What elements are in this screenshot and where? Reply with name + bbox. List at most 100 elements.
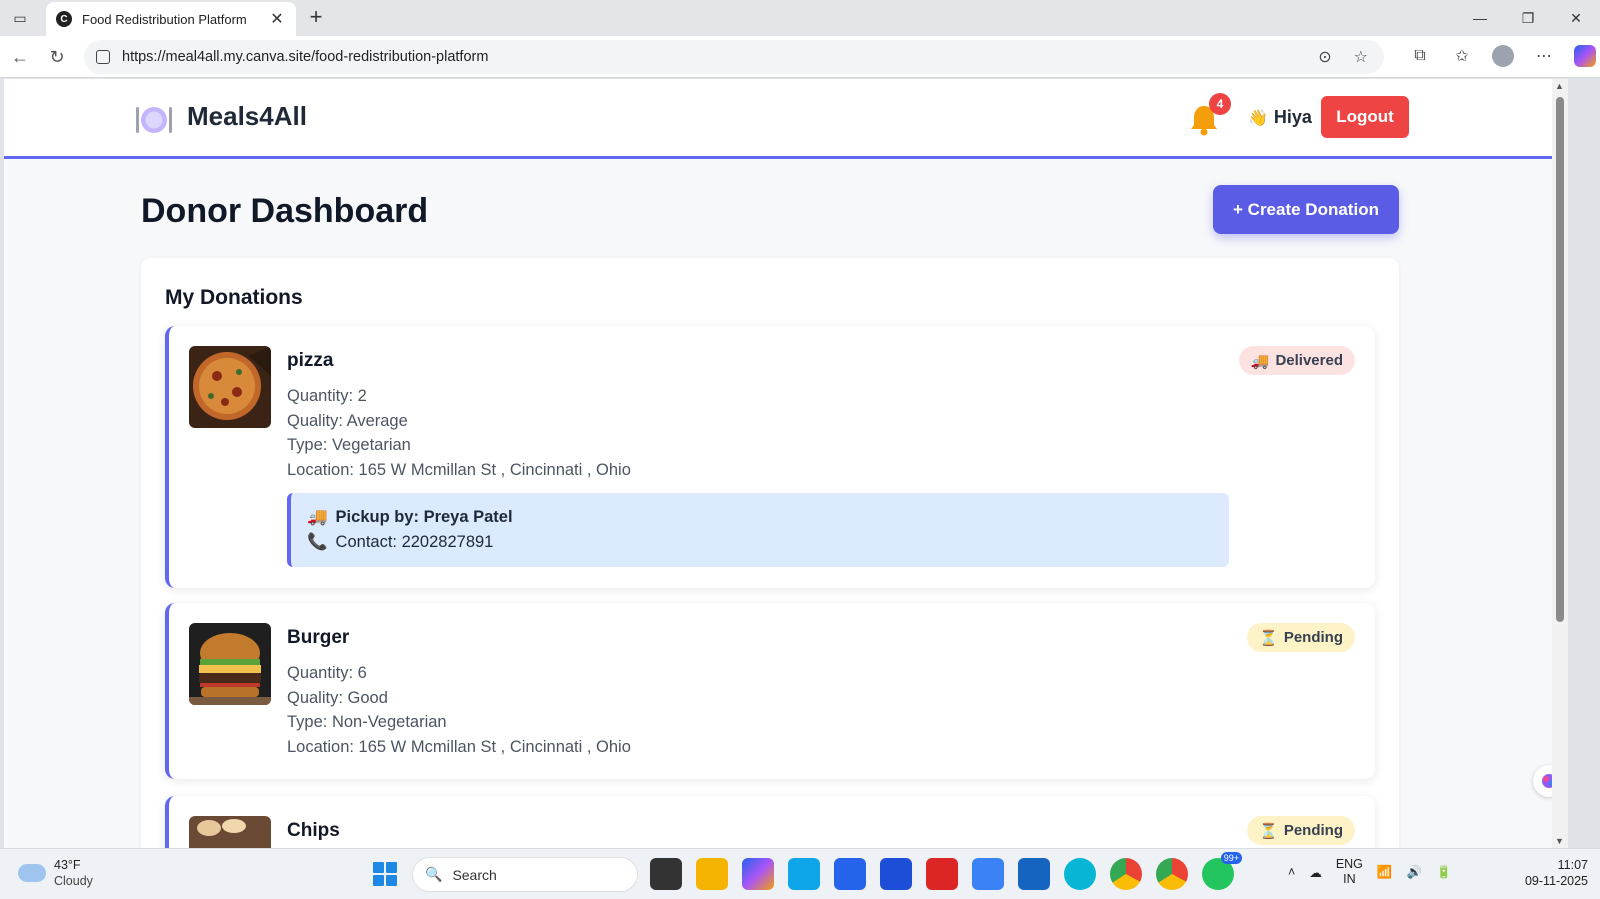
- donation-card[interactable]: Burger Quantity: 6 Quality: Good Type: N…: [165, 603, 1375, 779]
- browser-tab-active[interactable]: C Food Redistribution Platform ✕: [46, 2, 296, 36]
- donation-card[interactable]: Chips ⏳ Pending: [165, 796, 1375, 848]
- status-label: Pending: [1283, 822, 1343, 839]
- status-label: Pending: [1283, 629, 1343, 646]
- donation-card[interactable]: pizza Quantity: 2 Quality: Average Type:…: [165, 326, 1375, 588]
- onedrive-icon[interactable]: ☁: [1309, 865, 1322, 880]
- chrome-icon[interactable]: [1156, 858, 1188, 890]
- canva-favicon-icon: C: [56, 11, 72, 27]
- create-donation-button[interactable]: + Create Donation: [1213, 185, 1399, 234]
- status-badge: ⏳ Pending: [1247, 816, 1355, 845]
- donation-name: Burger: [287, 627, 350, 648]
- address-bar[interactable]: https://meal4all.my.canva.site/food-redi…: [84, 40, 1384, 74]
- contact-line: 📞 Contact: 2202827891: [307, 533, 493, 552]
- app-icon[interactable]: [972, 858, 1004, 890]
- whatsapp-icon[interactable]: 99+: [1202, 852, 1242, 890]
- minimize-icon[interactable]: —: [1456, 0, 1504, 36]
- outlook-icon[interactable]: [1018, 858, 1050, 890]
- chevron-up-icon[interactable]: ˄: [1288, 865, 1295, 879]
- pizza-photo: [189, 346, 271, 428]
- donation-location: Location: 165 W Mcmillan St , Cincinnati…: [287, 461, 631, 479]
- window-controls: — ❐ ✕: [1456, 0, 1600, 36]
- clock[interactable]: 11:07 09-11-2025: [1525, 857, 1588, 889]
- scroll-up-icon[interactable]: ▲: [1555, 81, 1564, 91]
- mcafee-icon[interactable]: [926, 858, 958, 890]
- search-placeholder: Search: [452, 866, 497, 883]
- copilot-icon[interactable]: [1574, 45, 1596, 67]
- truck-icon: 🚚: [307, 508, 328, 526]
- store-icon[interactable]: [834, 858, 866, 890]
- notification-count-badge: 4: [1209, 93, 1231, 115]
- weather-condition: Cloudy: [54, 874, 93, 888]
- donation-name: pizza: [287, 350, 334, 371]
- page-title: Donor Dashboard: [141, 192, 429, 230]
- terminal-icon[interactable]: [650, 858, 682, 890]
- hourglass-icon: ⏳: [1259, 822, 1278, 840]
- reading-mode-icon[interactable]: ⊙: [1318, 47, 1331, 67]
- region-code: IN: [1343, 872, 1356, 886]
- donation-location: Location: 165 W Mcmillan St , Cincinnati…: [287, 738, 631, 756]
- chrome-icon[interactable]: [1110, 858, 1142, 890]
- close-tab-icon[interactable]: ✕: [268, 9, 286, 29]
- contact-text: Contact: 2202827891: [335, 533, 494, 551]
- phone-icon: 📞: [307, 533, 328, 551]
- pickup-by-text: Pickup by: Preya Patel: [335, 508, 513, 526]
- donation-name: Chips: [287, 820, 340, 841]
- system-tray: ˄ ☁ ENG IN 📶 🔊 🔋: [1288, 857, 1452, 887]
- whatsapp-badge: 99+: [1220, 852, 1242, 864]
- wifi-icon[interactable]: 📶: [1377, 865, 1393, 880]
- temperature: 43°F: [54, 858, 81, 872]
- new-tab-button[interactable]: +: [304, 4, 328, 30]
- date: 09-11-2025: [1524, 874, 1588, 888]
- pickup-info-box: 🚚 Pickup by: Preya Patel 📞 Contact: 2202…: [287, 493, 1229, 567]
- lang-code: ENG: [1335, 857, 1363, 871]
- donation-type: Type: Non-Vegetarian: [287, 713, 447, 731]
- back-icon[interactable]: ←: [8, 45, 32, 69]
- favorites-icon[interactable]: ✩: [1450, 44, 1474, 68]
- donation-quality: Quality: Good: [287, 689, 388, 707]
- truck-icon: 🚚: [1250, 352, 1270, 370]
- donation-quantity: Quantity: 6: [287, 664, 367, 682]
- more-options-icon[interactable]: ⋯: [1532, 44, 1556, 68]
- scroll-thumb[interactable]: [1556, 97, 1564, 622]
- copilot-app-icon[interactable]: [742, 858, 774, 890]
- close-window-icon[interactable]: ✕: [1552, 0, 1600, 36]
- url-text[interactable]: https://meal4all.my.canva.site/food-redi…: [122, 49, 1318, 65]
- search-icon: 🔍: [425, 866, 443, 882]
- address-toolbar: ← ↻ https://meal4all.my.canva.site/food-…: [0, 36, 1600, 78]
- donation-type: Type: Vegetarian: [287, 436, 411, 454]
- my-donations-panel: My Donations pizza Quantity: 2 Quality: …: [141, 258, 1399, 848]
- scroll-down-icon[interactable]: ▼: [1555, 836, 1564, 846]
- donation-quantity: Quantity: 2: [287, 387, 367, 405]
- volume-icon[interactable]: 🔊: [1406, 865, 1422, 880]
- brand-name[interactable]: Meals4All: [187, 101, 307, 132]
- taskbar-search[interactable]: 🔍 Search: [412, 857, 638, 892]
- extensions-icon[interactable]: ⧉: [1408, 44, 1432, 68]
- chips-photo: [189, 816, 271, 848]
- site-info-icon[interactable]: [96, 50, 110, 64]
- pinned-apps: 99+: [650, 852, 1242, 890]
- restore-icon[interactable]: ❐: [1504, 0, 1552, 36]
- page-viewport: Meals4All 4 👋 Hiya Logout Donor Dashboar…: [4, 79, 1568, 848]
- time: 11:07: [1557, 858, 1588, 872]
- language-indicator[interactable]: ENG IN: [1336, 857, 1363, 887]
- vertical-scrollbar[interactable]: ▲ ▼: [1552, 79, 1568, 848]
- status-badge: ⏳ Pending: [1247, 623, 1355, 652]
- battery-icon[interactable]: 🔋: [1436, 865, 1452, 880]
- dell-icon[interactable]: [880, 858, 912, 890]
- status-label: Delivered: [1275, 352, 1343, 369]
- windows-taskbar: 43°F Cloudy 🔍 Search 99+ ˄ ☁ ENG IN 📶 🔊: [0, 848, 1600, 899]
- hourglass-icon: ⏳: [1259, 629, 1278, 647]
- cloud-icon: [18, 864, 46, 882]
- logout-button[interactable]: Logout: [1321, 96, 1409, 138]
- favorite-star-icon[interactable]: ☆: [1354, 47, 1368, 67]
- canva-icon[interactable]: [1064, 858, 1096, 890]
- file-explorer-icon[interactable]: [696, 858, 728, 890]
- section-title: My Donations: [165, 286, 303, 309]
- weather-widget[interactable]: 43°F Cloudy: [18, 857, 93, 889]
- windows-start-icon[interactable]: [373, 862, 397, 886]
- refresh-icon[interactable]: ↻: [45, 45, 69, 69]
- sidebar-toggle-icon[interactable]: ▭: [10, 8, 30, 28]
- status-badge: 🚚 Delivered: [1238, 346, 1355, 375]
- edge-icon[interactable]: [788, 858, 820, 890]
- profile-avatar[interactable]: [1492, 45, 1514, 67]
